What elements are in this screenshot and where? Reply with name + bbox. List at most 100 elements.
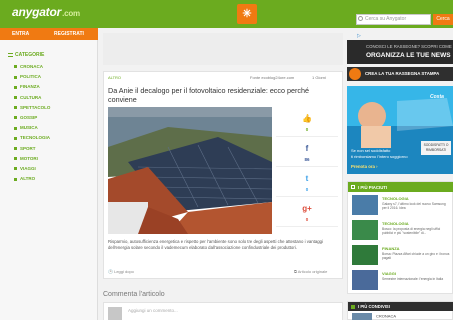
- thumbnail: [352, 313, 372, 320]
- categories-heading: CATEGORIE: [8, 52, 44, 58]
- share-count: 0: [305, 187, 309, 192]
- most-liked-header: I PIÙ PIACIUTI: [348, 182, 453, 192]
- news-text: Semestre internazionale: l'energia in It…: [382, 277, 444, 281]
- sidebar-item-cultura[interactable]: CULTURA: [14, 95, 41, 100]
- costa-text-2: ti rimborsiamo l'intero soggiorno: [351, 154, 408, 159]
- read-later-link[interactable]: 🕒 Leggi dopo: [108, 269, 134, 274]
- article-category[interactable]: ALTRO: [108, 75, 121, 80]
- bullet-icon: [14, 126, 17, 130]
- costa-ad[interactable]: Costa SODDISFATTI O RIMBORSATI Se non se…: [347, 86, 453, 174]
- login-button[interactable]: ENTRA: [12, 31, 29, 37]
- search-icon: [358, 16, 363, 21]
- news-category: VIAGGI: [382, 271, 397, 276]
- news-item[interactable]: TECNOLOGIA Galaxy s7, l'ultimo look del n…: [352, 195, 452, 217]
- news-item[interactable]: FINANZA Borsa: Piazza Affari chiude a un …: [352, 245, 452, 267]
- news-text: Borsa: Piazza Affari chiude a un giro e …: [382, 252, 450, 260]
- most-shared-header: I PIÙ CONDIVISI: [348, 302, 453, 311]
- bullet-icon: [14, 106, 17, 110]
- bullet-icon: [14, 65, 17, 69]
- bullet-icon: [14, 157, 17, 161]
- sidebar-item-spettacolo[interactable]: SPETTACOLO: [14, 105, 50, 110]
- sidebar-item-cronaca[interactable]: CRONACA: [14, 64, 43, 69]
- news-thumbnail: [352, 270, 378, 290]
- news-item[interactable]: TECNOLOGIA Bosco: la proposta di energia …: [352, 220, 452, 242]
- news-item[interactable]: VIAGGI Semestre internazionale: l'energia…: [352, 270, 452, 292]
- facebook-icon: f: [305, 144, 309, 153]
- sidebar-item-tecnologia[interactable]: TECNOLOGIA: [14, 135, 50, 140]
- promo-line-2: ORGANIZZA LE TUE NEWS: [366, 52, 451, 59]
- sidebar-item-altro[interactable]: ALTRO: [14, 176, 35, 181]
- bullet-icon: [14, 85, 17, 89]
- bullet-icon: [14, 146, 17, 150]
- thumbs-up-icon: 👍: [302, 114, 312, 123]
- bullet-icon: [14, 75, 17, 79]
- promo-line-1: CONOSCI LE RASSEGNE? SCOPRI COME: [366, 44, 452, 49]
- sidebar: CATEGORIE CRONACA POLITICA FINANZA CULTURA S…: [0, 40, 98, 320]
- search-input[interactable]: Cerca su Anygator: [356, 14, 431, 25]
- share-count: 86: [304, 157, 310, 162]
- news-category: FINANZA: [382, 246, 400, 251]
- most-liked-panel: I PIÙ PIACIUTI TECNOLOGIA Galaxy s7, l'ul…: [347, 181, 453, 294]
- costa-text-1: Se non sei soddisfatto: [351, 148, 391, 153]
- share-count: 0: [305, 127, 309, 132]
- site-logo[interactable]: anygator.com: [12, 5, 80, 19]
- sidebar-item-musica[interactable]: MUSICA: [14, 125, 38, 130]
- sidebar-item-finanza[interactable]: FINANZA: [14, 84, 40, 89]
- news-thumbnail: [352, 220, 378, 240]
- grid-logo-icon[interactable]: ✳: [237, 4, 257, 24]
- list-icon: [351, 304, 355, 309]
- article-excerpt: Risparmio, autosufficienza energetica e …: [108, 239, 323, 250]
- sidebar-item-motori[interactable]: MOTORI: [14, 156, 38, 161]
- costa-logo: Costa: [430, 94, 444, 100]
- news-category: TECNOLOGIA: [382, 196, 409, 201]
- sidebar-item-viaggi[interactable]: VIAGGI: [14, 166, 36, 171]
- article-title[interactable]: Da Anie il decalogo per il fotovoltaico …: [108, 86, 338, 104]
- bullet-icon: [14, 116, 17, 120]
- most-shared-panel: I PIÙ CONDIVISI CRONACA: [347, 301, 453, 320]
- adchoices-icon[interactable]: ▷: [357, 33, 361, 39]
- news-text: Galaxy s7, l'ultimo look del nuovo Samsu…: [382, 202, 446, 210]
- top-bar: anygator.com ✳ Cerca su Anygator Cerca: [0, 0, 453, 28]
- register-button[interactable]: REGISTRATI: [54, 31, 84, 37]
- bullet-icon: [14, 177, 17, 181]
- search-button[interactable]: Cerca: [433, 14, 453, 25]
- costa-cta-link[interactable]: Prenota ora ›: [351, 164, 378, 169]
- facebook-share-button[interactable]: f 86: [276, 137, 338, 167]
- share-count: 0: [305, 217, 309, 222]
- bullet-icon: [14, 167, 17, 171]
- comment-box: Aggiungi un commento...: [103, 302, 343, 320]
- thumbs-up-share-button[interactable]: 👍 0: [276, 107, 338, 137]
- menu-icon: [8, 52, 13, 57]
- article-image[interactable]: [108, 107, 272, 234]
- list-item[interactable]: CRONACA: [352, 313, 396, 320]
- google-plus-icon: g+: [302, 204, 312, 213]
- auth-bar: ENTRA REGISTRATI: [0, 28, 98, 40]
- bullet-icon: [14, 95, 17, 99]
- twitter-icon: t: [305, 174, 309, 183]
- comment-input[interactable]: Aggiungi un commento...: [128, 308, 178, 313]
- sidebar-item-sport[interactable]: SPORT: [14, 146, 36, 151]
- news-text: Bosco: la proposta di energia negli uffi…: [382, 227, 441, 235]
- avatar: [108, 307, 122, 320]
- article-card: ALTRO Fonte ecoblog24ore.com 1 Giorni Da…: [103, 71, 343, 279]
- sidebar-item-gossip[interactable]: GOSSIP: [14, 115, 37, 120]
- press-review-icon: [349, 68, 361, 80]
- news-thumbnail: [352, 245, 378, 265]
- list-icon: [351, 185, 355, 189]
- article-source[interactable]: Fonte ecoblog24ore.com: [250, 75, 294, 80]
- promo-banner[interactable]: CONOSCI LE RASSEGNE? SCOPRI COME ORGANIZ…: [347, 40, 453, 64]
- twitter-share-button[interactable]: t0: [276, 167, 338, 197]
- news-thumbnail: [352, 195, 378, 215]
- comments-title: Commenta l'articolo: [103, 291, 165, 298]
- bullet-icon: [14, 136, 17, 140]
- top-ad-slot[interactable]: [103, 33, 343, 65]
- sidebar-item-politica[interactable]: POLITICA: [14, 74, 41, 79]
- original-article-link[interactable]: ⧉ Articolo originale: [294, 269, 327, 274]
- page: anygator.com ✳ Cerca su Anygator Cerca E…: [0, 0, 453, 320]
- google-plus-share-button[interactable]: g+ 0: [276, 197, 338, 227]
- refund-badge: SODDISFATTI O RIMBORSATI: [421, 141, 451, 155]
- create-press-review-button[interactable]: CREA LA TUA RASSEGNA STAMPA: [347, 67, 453, 81]
- social-share-panel: 👍 0 f 86 t 0 g+ 0: [276, 107, 338, 227]
- news-category: TECNOLOGIA: [382, 221, 409, 226]
- article-time: 1 Giorni: [312, 75, 327, 80]
